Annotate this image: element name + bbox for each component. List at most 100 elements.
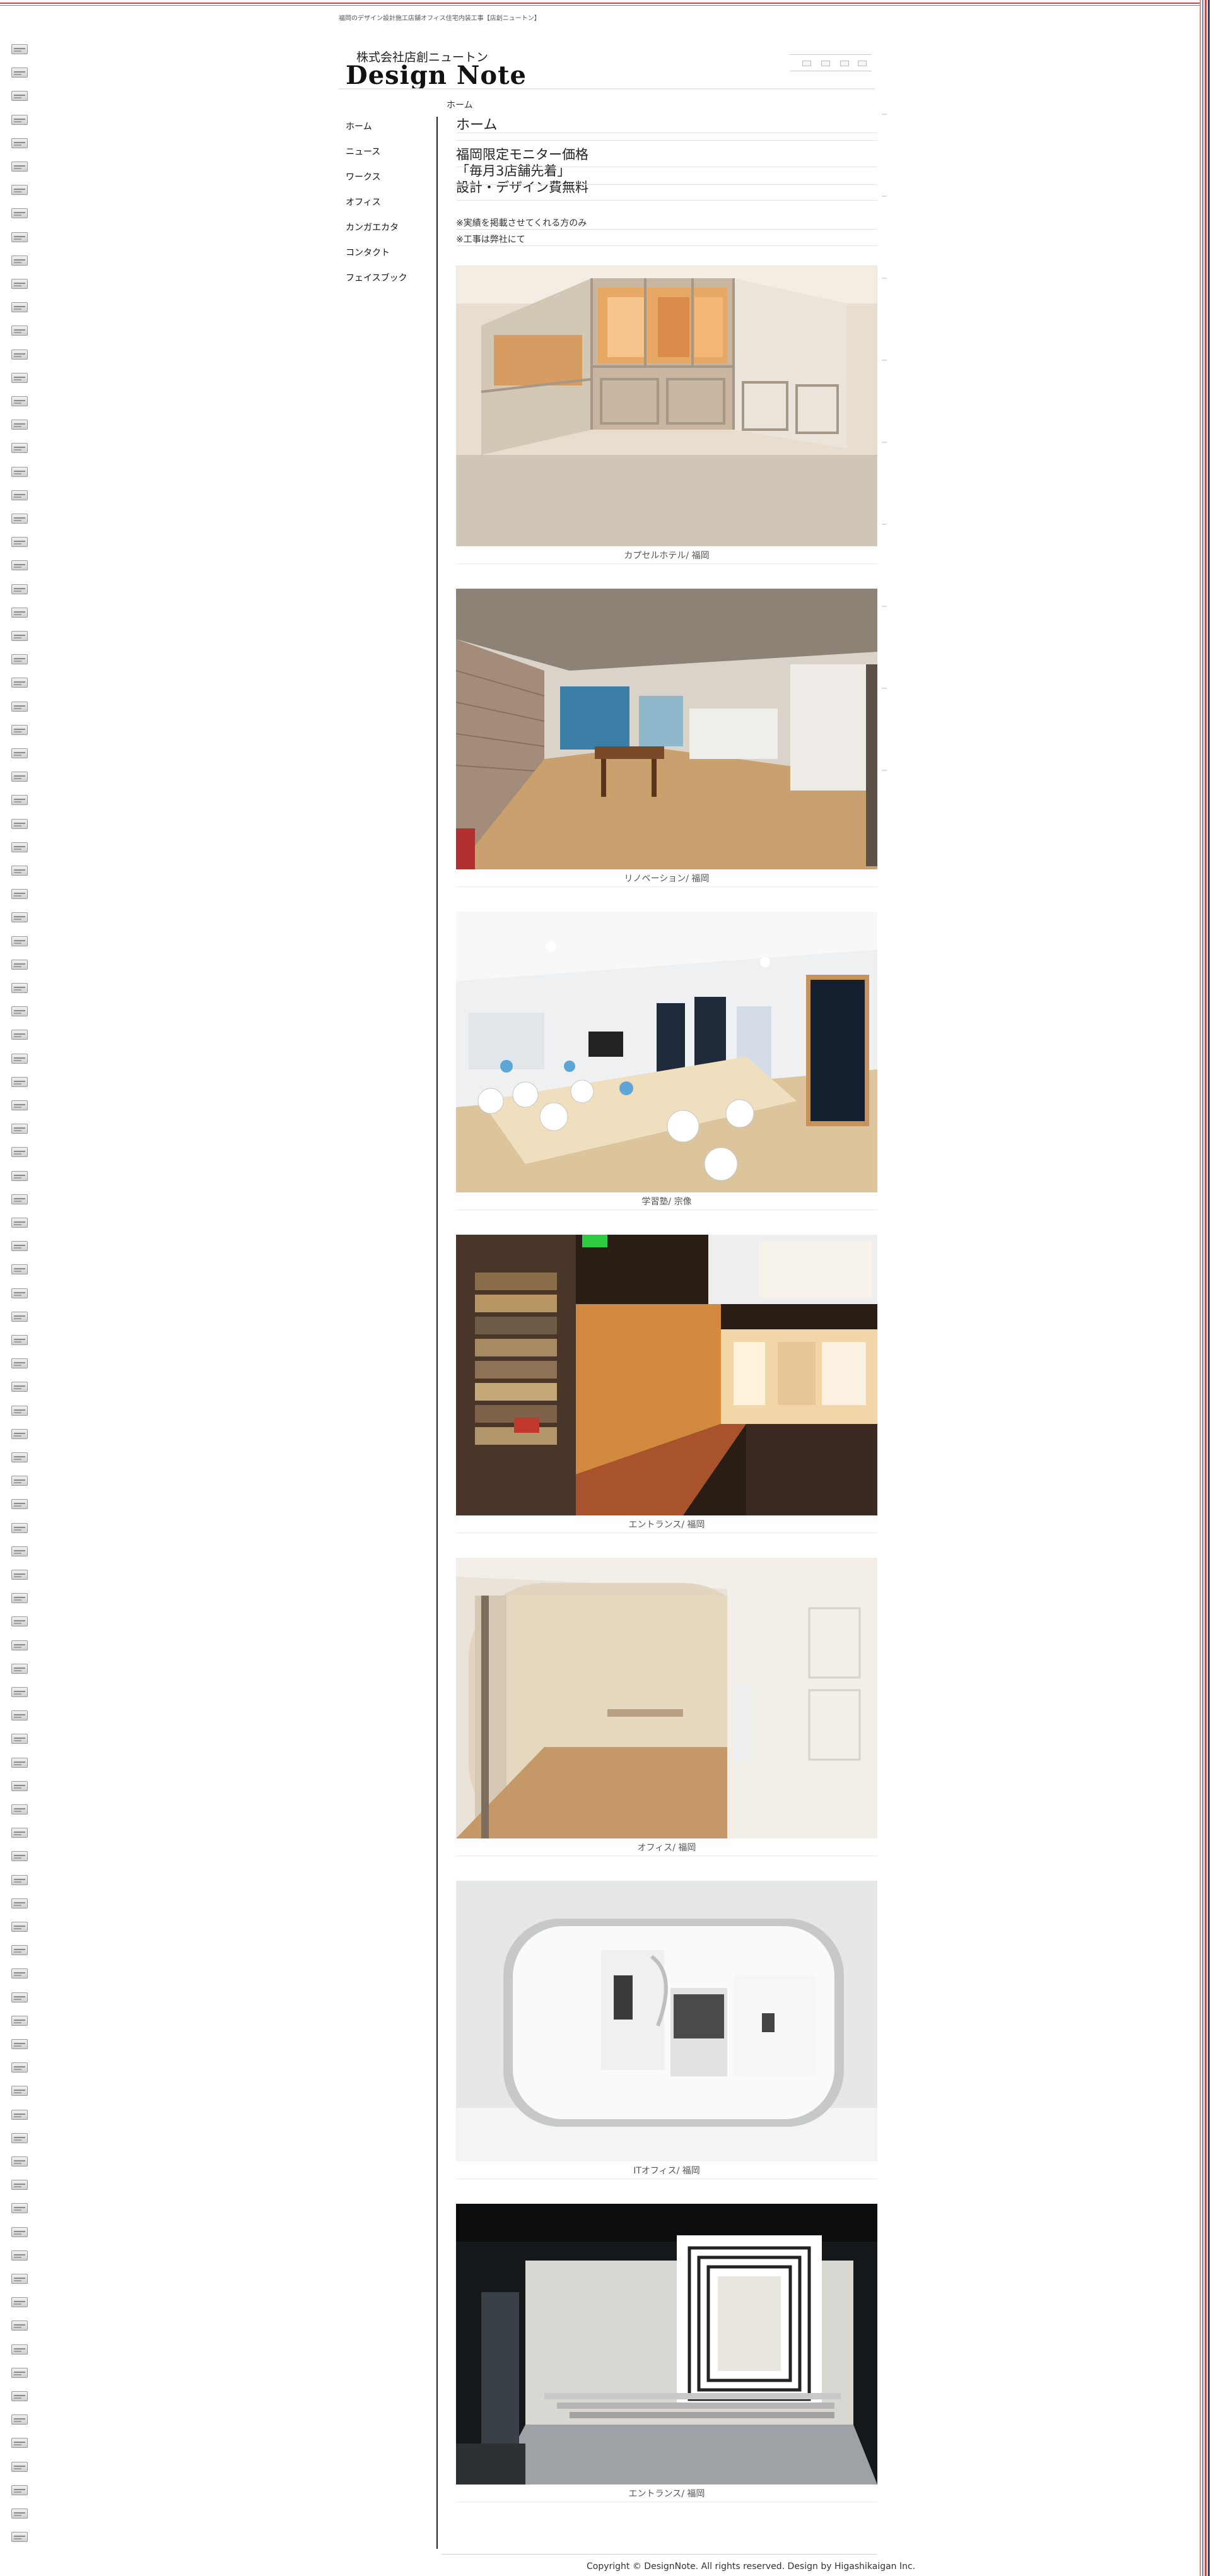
gallery-caption: 学習塾/ 宗像 bbox=[641, 1197, 692, 1207]
margin-tick bbox=[882, 360, 887, 361]
nav-item-works[interactable]: ワークス bbox=[346, 170, 434, 196]
side-mail-icon bbox=[11, 2016, 28, 2026]
header-widget-icon[interactable] bbox=[840, 61, 849, 66]
side-mail-icon bbox=[11, 1875, 28, 1885]
side-mail-icon bbox=[11, 912, 28, 922]
header-widget-line bbox=[790, 54, 872, 55]
side-mail-icon bbox=[11, 1616, 28, 1626]
caption-rule bbox=[456, 886, 877, 887]
side-mail-icon bbox=[11, 1546, 28, 1556]
side-mail-icon bbox=[11, 1898, 28, 1908]
capsule-hotel-photo[interactable] bbox=[456, 266, 877, 546]
side-mail-icon bbox=[11, 1570, 28, 1580]
header-widget-icon[interactable] bbox=[821, 61, 830, 66]
office-photo[interactable] bbox=[456, 1558, 877, 1838]
side-mail-icon bbox=[11, 2391, 28, 2401]
nav-item-office[interactable]: オフィス bbox=[346, 196, 434, 221]
side-mail-icon bbox=[11, 654, 28, 664]
side-mail-icon bbox=[11, 232, 28, 242]
side-mail-icon bbox=[11, 185, 28, 195]
nav-item-contact[interactable]: コンタクト bbox=[346, 246, 434, 271]
nav-item-facebook[interactable]: フェイスブック bbox=[346, 271, 434, 297]
promo-line: 設計・デザイン費無料 bbox=[456, 180, 588, 195]
side-mail-icon bbox=[11, 1100, 28, 1110]
promo-line: 福岡限定モニター価格 bbox=[456, 147, 588, 162]
site-logo[interactable]: Design Note bbox=[346, 61, 527, 90]
side-mail-icon bbox=[11, 1312, 28, 1322]
gallery-item[interactable]: ITオフィス/ 福岡 bbox=[456, 1881, 877, 2196]
gallery-item[interactable]: リノベーション/ 福岡 bbox=[456, 589, 877, 904]
side-mail-icon bbox=[11, 1945, 28, 1955]
side-mail-icon bbox=[11, 889, 28, 899]
side-mail-icon bbox=[11, 2180, 28, 2190]
entrance-photo[interactable] bbox=[456, 1235, 877, 1515]
side-mail-icon bbox=[11, 866, 28, 876]
side-mail-icon bbox=[11, 1828, 28, 1838]
gallery-item[interactable]: カプセルホテル/ 福岡 bbox=[456, 266, 877, 581]
side-mail-icon bbox=[11, 1264, 28, 1274]
side-mail-icon bbox=[11, 2203, 28, 2213]
side-mail-icon bbox=[11, 2274, 28, 2284]
gallery-caption: リノベーション/ 福岡 bbox=[624, 874, 710, 884]
promo-line: 「毎月3店舗先着」 bbox=[456, 163, 571, 179]
header-widget-icon[interactable] bbox=[802, 61, 811, 66]
side-mail-icon bbox=[11, 960, 28, 970]
side-mail-icon bbox=[11, 1077, 28, 1087]
caption-rule bbox=[456, 1209, 877, 1210]
promo-rule bbox=[456, 200, 877, 201]
side-mail-icon bbox=[11, 1406, 28, 1416]
side-mail-icon bbox=[11, 2062, 28, 2073]
side-mail-icon bbox=[11, 44, 28, 54]
gallery-item[interactable]: 学習塾/ 宗像 bbox=[456, 912, 877, 1227]
side-mail-icon bbox=[11, 373, 28, 383]
renovation-photo[interactable] bbox=[456, 589, 877, 869]
side-mail-icon bbox=[11, 1734, 28, 1744]
entrance-night-photo[interactable] bbox=[456, 2204, 877, 2485]
side-mail-icon bbox=[11, 1992, 28, 2003]
side-mail-icon bbox=[11, 490, 28, 500]
side-mail-icon bbox=[11, 1335, 28, 1345]
nav-item-philosophy[interactable]: カンガエカタ bbox=[346, 221, 434, 246]
note-text: ※工事は弊社にて bbox=[456, 235, 525, 245]
cram-school-photo[interactable] bbox=[456, 912, 877, 1192]
margin-tick bbox=[882, 196, 887, 197]
nav-item-home[interactable]: ホーム bbox=[346, 120, 434, 145]
side-mail-icon bbox=[11, 1476, 28, 1486]
side-mail-icon bbox=[11, 1382, 28, 1392]
side-mail-icon bbox=[11, 1054, 28, 1064]
gallery-item[interactable]: エントランス/ 福岡 bbox=[456, 1235, 877, 1550]
side-mail-icon bbox=[11, 279, 28, 289]
margin-tick bbox=[882, 114, 887, 115]
side-mail-icon bbox=[11, 748, 28, 758]
right-edge-stripe-pink bbox=[1200, 0, 1201, 2576]
gallery-caption: エントランス/ 福岡 bbox=[628, 1520, 705, 1530]
side-mail-icon bbox=[11, 2110, 28, 2120]
side-mail-icon bbox=[11, 443, 28, 453]
nav-vertical-divider bbox=[436, 117, 438, 2549]
side-mail-icon bbox=[11, 1968, 28, 1979]
breadcrumb[interactable]: ホーム bbox=[447, 98, 473, 111]
side-mail-icon bbox=[11, 560, 28, 570]
side-mail-icon bbox=[11, 702, 28, 712]
side-mail-icon bbox=[11, 1851, 28, 1861]
header-widget bbox=[790, 52, 872, 73]
gallery-caption: エントランス/ 福岡 bbox=[628, 2489, 705, 2499]
side-mail-icon bbox=[11, 1922, 28, 1932]
side-mail-icon bbox=[11, 2039, 28, 2049]
side-mail-icon bbox=[11, 2133, 28, 2143]
side-mail-icon bbox=[11, 1241, 28, 1251]
side-mail-icon bbox=[11, 1523, 28, 1533]
promo-rule bbox=[456, 184, 877, 185]
note-rule bbox=[456, 245, 877, 246]
side-mail-icon bbox=[11, 1804, 28, 1814]
it-office-photo[interactable] bbox=[456, 1881, 877, 2161]
header-widget-icon[interactable] bbox=[858, 61, 867, 66]
gallery-item[interactable]: エントランス/ 福岡 bbox=[456, 2204, 877, 2519]
right-edge-stripe-red bbox=[1205, 0, 1207, 2576]
gallery-item[interactable]: オフィス/ 福岡 bbox=[456, 1558, 877, 1873]
header-divider bbox=[339, 88, 875, 90]
side-mail-icon bbox=[11, 467, 28, 477]
side-mail-icon bbox=[11, 1218, 28, 1228]
nav-item-news[interactable]: ニュース bbox=[346, 145, 434, 170]
side-mail-icon bbox=[11, 795, 28, 805]
